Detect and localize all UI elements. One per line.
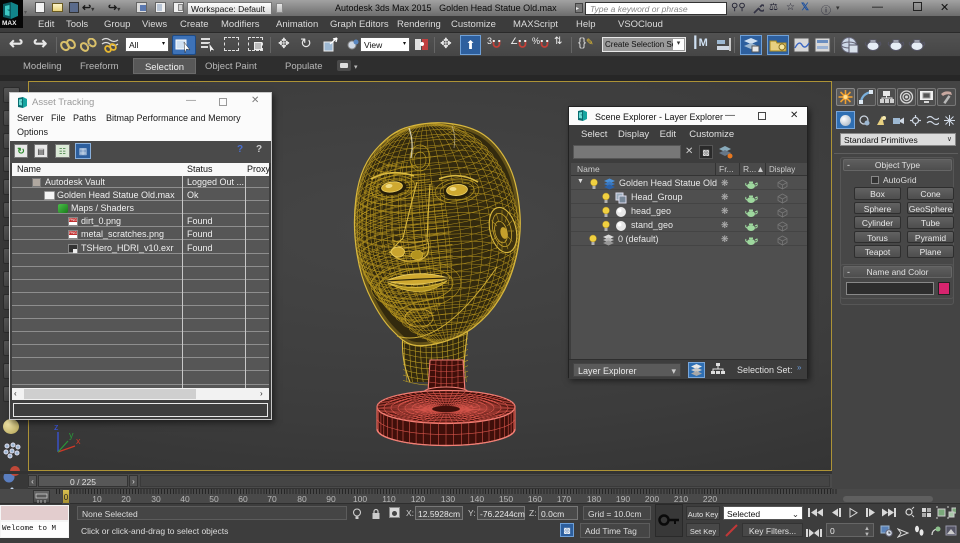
svg-text:y: y	[69, 430, 74, 440]
svg-text:z: z	[54, 422, 59, 432]
svg-text:x: x	[76, 436, 81, 446]
